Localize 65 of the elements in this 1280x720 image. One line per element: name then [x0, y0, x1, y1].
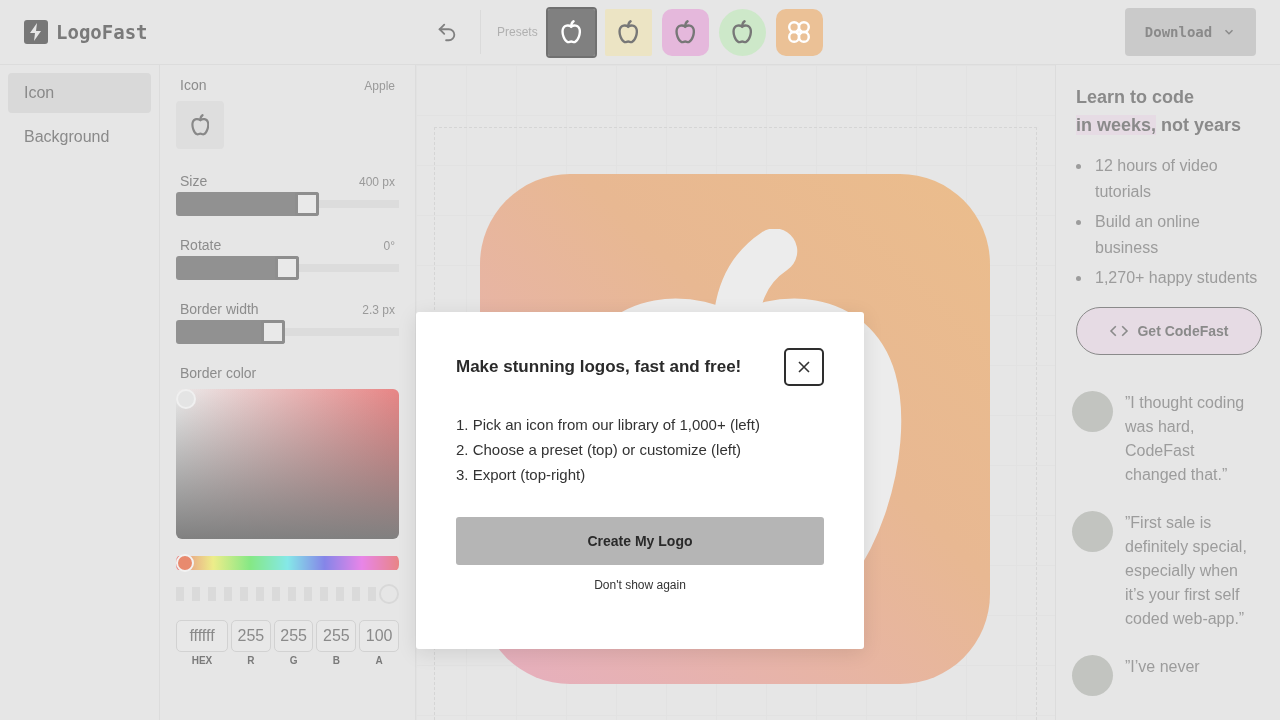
border-color-label: Border color [180, 365, 257, 381]
color-input-field[interactable]: ffffff [176, 620, 228, 652]
dialog-title: Make stunning logos, fast and free! [456, 357, 742, 377]
slider-label: Size [180, 173, 208, 189]
apple-icon [561, 20, 582, 44]
apple-icon [675, 20, 696, 44]
field-label: R [247, 655, 255, 666]
preset-button[interactable] [547, 8, 595, 56]
color-input-field[interactable]: 255 [273, 620, 314, 652]
get-codefast-button[interactable]: Get CodeFast [1076, 307, 1262, 355]
picker-handle[interactable] [176, 389, 196, 409]
avatar [1072, 391, 1113, 432]
bullet-icon [1076, 220, 1081, 225]
slider-reading: 400 px [358, 175, 395, 189]
icon-label: Icon [180, 77, 207, 93]
slider-label: Rotate [180, 237, 222, 253]
avatar [1072, 511, 1113, 552]
slider-reading: 0° [383, 239, 395, 253]
promo-heading: Learn to code in weeks, not years [1076, 86, 1243, 137]
undo-icon [436, 21, 458, 43]
slider-reading: 2.3 px [362, 303, 395, 317]
field-label: A [375, 655, 383, 666]
lightning-logo-icon [24, 20, 48, 44]
testimonial-text: ”I thought coding was hard, CodeFast changed that.” [1125, 393, 1246, 485]
bullet-text: 12 hours of video tutorials [1095, 156, 1219, 202]
slider-label: Border width [180, 301, 259, 317]
download-button[interactable]: Download [1125, 8, 1256, 56]
slider-thumb[interactable] [274, 256, 299, 280]
preset-button[interactable] [661, 8, 709, 56]
sidebar-item[interactable]: Icon [8, 73, 151, 113]
create-logo-button[interactable]: Create My Logo [456, 517, 824, 565]
close-icon [797, 360, 811, 374]
field-label: G [289, 655, 298, 666]
step-text: 1. Pick an icon from our library of 1,000+ (left) [456, 416, 761, 433]
hue-slider[interactable] [176, 554, 399, 572]
color-input-field[interactable]: 255 [231, 620, 271, 652]
code-icon [1109, 323, 1130, 339]
icon-picker[interactable] [176, 101, 224, 149]
testimonial-text: ”I’ve never [1125, 657, 1200, 677]
step-text: 2. Choose a preset (top) or customize (left) [456, 441, 743, 458]
bullet-icon [1076, 276, 1081, 281]
hue-thumb[interactable] [176, 554, 194, 572]
flower-icon [788, 21, 811, 43]
field-label: HEX [191, 655, 213, 666]
apple-icon [190, 114, 210, 136]
preset-button[interactable] [604, 8, 652, 56]
bullet-icon [1076, 164, 1081, 169]
saturation-picker[interactable] [176, 389, 399, 539]
bullet-text: Build an online business [1095, 212, 1201, 258]
color-input-field[interactable]: 100 [359, 620, 399, 652]
slider-thumb[interactable] [261, 320, 286, 344]
testimonial-text: ”First sale is definitely special, especially when it’s your first self coded web-app.” [1125, 513, 1248, 629]
bullet-text: 1,270+ happy students [1095, 268, 1258, 288]
brand-name: LogoFast [56, 21, 148, 43]
step-text: 3. Export (top-right) [456, 466, 587, 483]
slider-thumb[interactable] [294, 192, 319, 216]
icon-value: Apple [364, 79, 395, 93]
apple-icon [618, 20, 639, 44]
apple-icon [732, 20, 753, 44]
color-input-field[interactable]: 255 [316, 620, 357, 652]
field-label: B [332, 655, 340, 666]
sidebar-item[interactable]: Background [8, 117, 151, 157]
close-button[interactable] [784, 348, 824, 386]
dont-show-again-link[interactable]: Don't show again [588, 577, 692, 593]
avatar [1072, 655, 1113, 696]
